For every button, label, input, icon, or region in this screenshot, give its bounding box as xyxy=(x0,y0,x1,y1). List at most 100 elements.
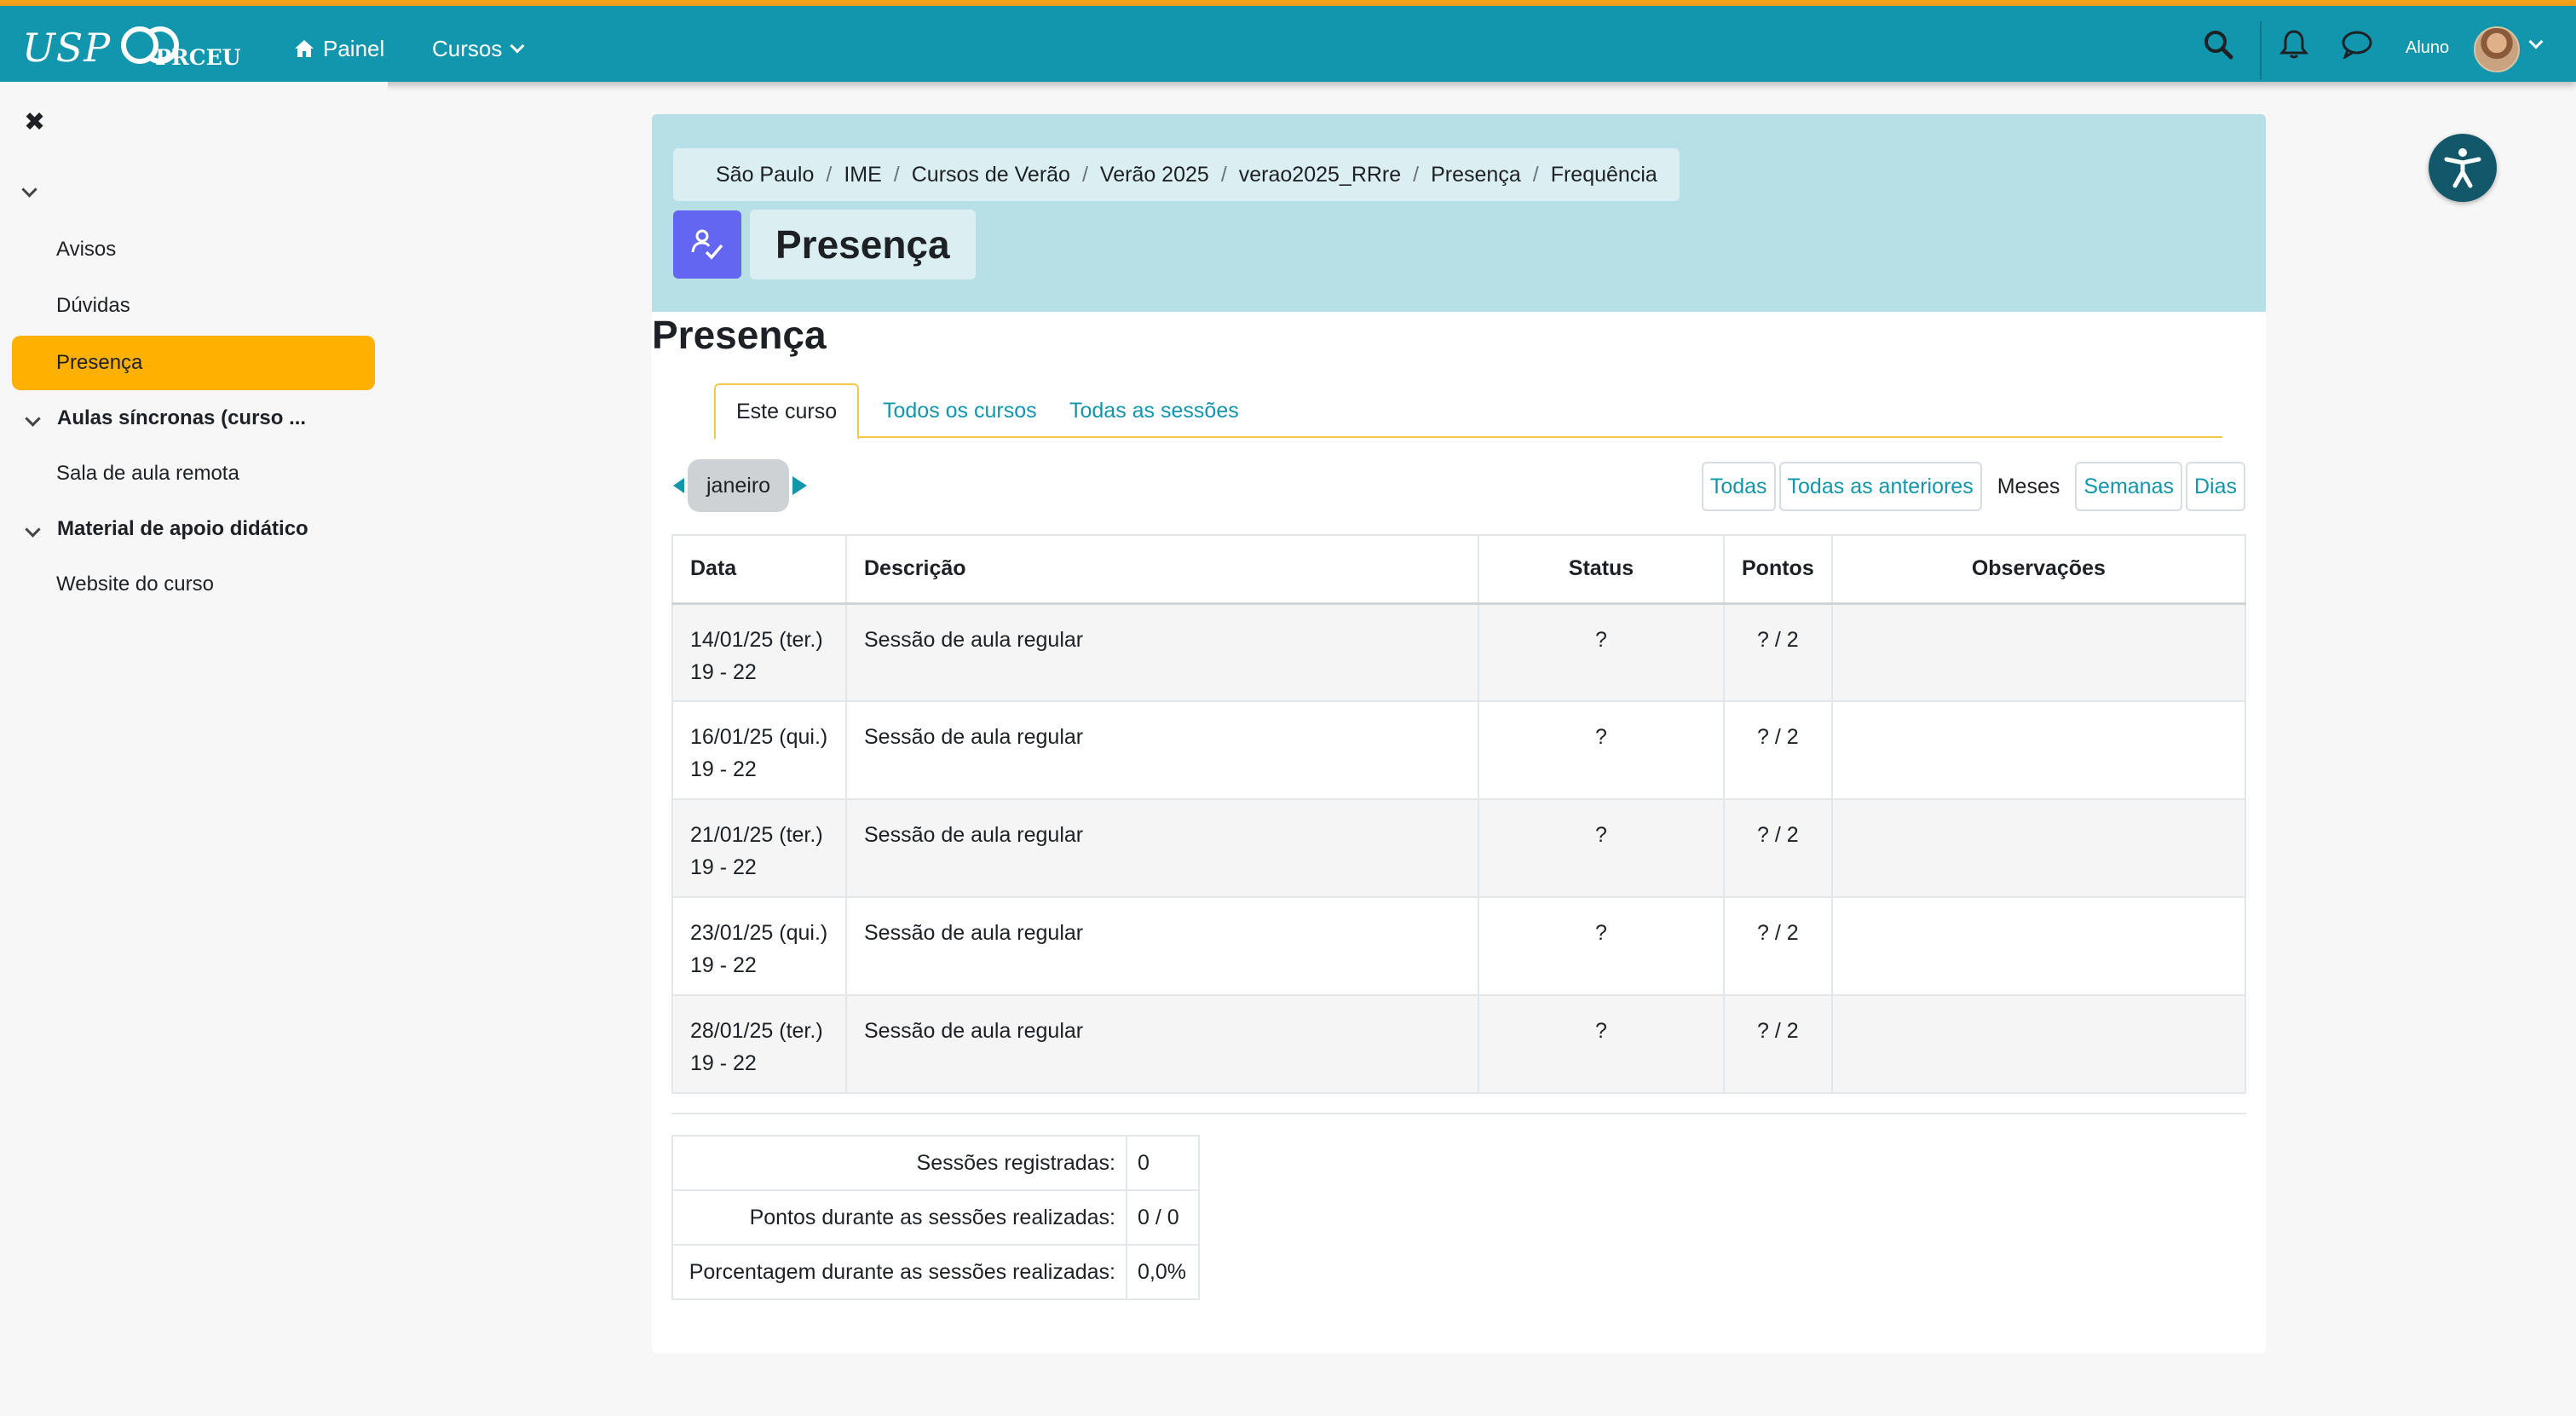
cell-observations xyxy=(1830,896,2247,996)
search-icon xyxy=(2204,30,2233,59)
search-button[interactable] xyxy=(2203,6,2233,82)
cell-observations xyxy=(1830,700,2247,800)
main-content: São Paulo / IME / Cursos de Verão / Verão 2… xyxy=(652,114,2266,1353)
section-collapse-chevron-icon[interactable] xyxy=(21,181,37,199)
cell-points: ? / 2 xyxy=(1723,896,1833,996)
tab-todas-as-sessoes[interactable]: Todas as sessões xyxy=(1069,383,1239,438)
bell-icon xyxy=(2279,29,2308,58)
page-header: São Paulo / IME / Cursos de Verão / Verão 2… xyxy=(652,114,2266,312)
table-row: 16/01/25 (qui.) 19 - 22 Sessão de aula re… xyxy=(671,700,2247,800)
sidebar-item-label: Website do curso xyxy=(56,573,214,596)
user-name[interactable]: Aluno xyxy=(2406,38,2449,58)
sidebar-item-label: Avisos xyxy=(56,238,117,261)
cell-date: 28/01/25 (ter.) 19 - 22 xyxy=(671,994,847,1094)
table-row: 28/01/25 (ter.) 19 - 22 Sessão de aula re… xyxy=(671,994,2247,1094)
home-icon xyxy=(295,40,314,57)
user-menu-chevron-icon[interactable] xyxy=(2528,34,2544,49)
cell-date: 21/01/25 (ter.) 19 - 22 xyxy=(671,798,847,898)
nav-cursos-label: Cursos xyxy=(432,35,503,61)
summary-value: 0,0% xyxy=(1126,1244,1200,1300)
breadcrumb: São Paulo / IME / Cursos de Verão / Verão 2… xyxy=(673,148,1680,201)
logo-usp-text: USP xyxy=(22,25,112,71)
month-navigator: janeiro xyxy=(673,459,808,512)
previous-month-icon[interactable] xyxy=(673,478,684,493)
cell-status: ? xyxy=(1478,994,1725,1094)
sidebar-item-avisos[interactable]: Avisos xyxy=(12,222,375,277)
cell-date: 23/01/25 (qui.) 19 - 22 xyxy=(671,896,847,996)
cell-observations xyxy=(1830,798,2247,898)
summary-value: 0 / 0 xyxy=(1126,1189,1200,1246)
breadcrumb-item[interactable]: Cursos de Verão xyxy=(912,163,1070,187)
cell-points: ? / 2 xyxy=(1723,994,1833,1094)
summary-row: Porcentagem durante as sessões realizada… xyxy=(671,1244,1200,1300)
sidebar-section-aulas-sincronas[interactable]: Aulas síncronas (curso ... xyxy=(12,391,375,446)
user-avatar[interactable] xyxy=(2474,26,2520,72)
sidebar-item-website[interactable]: Website do curso xyxy=(12,557,375,612)
sidebar-item-presenca[interactable]: Presença xyxy=(12,336,375,390)
breadcrumb-item[interactable]: IME xyxy=(844,163,881,187)
current-month[interactable]: janeiro xyxy=(688,459,790,512)
attendance-table: Data Descrição Status Pontos Observações… xyxy=(671,534,2247,1094)
table-row: 21/01/25 (ter.) 19 - 22 Sessão de aula re… xyxy=(671,798,2247,898)
chevron-down-icon xyxy=(25,521,41,538)
filter-todas-anteriores-button[interactable]: Todas as anteriores xyxy=(1778,462,1982,511)
filter-dias-button[interactable]: Dias xyxy=(2185,462,2245,511)
navbar: USP PRCEU Painel Cursos Aluno xyxy=(0,6,2576,82)
sidebar-section-material[interactable]: Material de apoio didático xyxy=(12,502,375,556)
sidebar-item-sala-remota[interactable]: Sala de aula remota xyxy=(12,446,375,501)
view-filters: Todas Todas as anteriores Meses Semanas … xyxy=(1701,462,2245,511)
chevron-down-icon xyxy=(25,410,41,427)
summary-label: Sessões registradas: xyxy=(671,1135,1127,1191)
summary-label: Pontos durante as sessões realizadas: xyxy=(671,1189,1127,1246)
tab-este-curso[interactable]: Este curso xyxy=(714,383,860,440)
breadcrumb-item[interactable]: Verão 2025 xyxy=(1100,163,1209,187)
filter-semanas-button[interactable]: Semanas xyxy=(2075,462,2182,511)
column-header-descricao: Descrição xyxy=(845,534,1479,605)
breadcrumb-item[interactable]: São Paulo xyxy=(716,163,814,187)
breadcrumb-item[interactable]: verao2025_RRre xyxy=(1239,163,1401,187)
sidebar-section-label: Material de apoio didático xyxy=(57,517,308,540)
cell-status: ? xyxy=(1478,700,1725,800)
logo-prceu: PRCEU xyxy=(121,26,241,70)
nav-cursos-dropdown[interactable]: Cursos xyxy=(432,32,525,66)
cell-description: Sessão de aula regular xyxy=(845,602,1479,702)
sidebar-item-label: Sala de aula remota xyxy=(56,462,239,485)
messages-button[interactable] xyxy=(2341,6,2373,82)
summary-value: 0 xyxy=(1126,1135,1200,1191)
navbar-accent-stripe xyxy=(0,0,2576,6)
cell-date: 16/01/25 (qui.) 19 - 22 xyxy=(671,700,847,800)
breadcrumb-item[interactable]: Frequência xyxy=(1551,163,1657,187)
cell-status: ? xyxy=(1478,896,1725,996)
accessibility-button[interactable] xyxy=(2429,134,2497,202)
filter-todas-button[interactable]: Todas xyxy=(1701,462,1776,511)
summary-label: Porcentagem durante as sessões realizada… xyxy=(671,1244,1127,1300)
sidebar-item-duvidas[interactable]: Dúvidas xyxy=(12,279,375,333)
chat-bubble-icon xyxy=(2342,31,2372,59)
column-header-observacoes: Observações xyxy=(1830,534,2247,605)
site-logo[interactable]: USP PRCEU xyxy=(22,25,241,71)
summary-divider xyxy=(671,1113,2246,1114)
next-month-icon[interactable] xyxy=(792,476,808,495)
notifications-button[interactable] xyxy=(2279,6,2308,82)
sidebar-item-label: Dúvidas xyxy=(56,294,130,317)
column-header-pontos: Pontos xyxy=(1723,534,1833,605)
cell-observations xyxy=(1830,994,2247,1094)
tab-todos-os-cursos[interactable]: Todos os cursos xyxy=(883,383,1037,438)
filter-meses-current: Meses xyxy=(1997,474,2060,498)
column-header-data: Data xyxy=(671,534,847,605)
close-drawer-icon[interactable]: ✖ xyxy=(24,107,45,137)
course-index-drawer: ✖ Avisos Dúvidas Presença Aulas síncrona… xyxy=(0,82,388,1416)
attendance-summary-table: Sessões registradas: 0 Pontos durante as… xyxy=(671,1135,1200,1300)
attendance-icon xyxy=(673,210,741,279)
page-title-box: Presença xyxy=(673,210,976,279)
cell-description: Sessão de aula regular xyxy=(845,700,1479,800)
navbar-divider xyxy=(2260,21,2262,79)
accessibility-icon xyxy=(2444,148,2481,188)
cell-date: 14/01/25 (ter.) 19 - 22 xyxy=(671,602,847,702)
cell-description: Sessão de aula regular xyxy=(845,798,1479,898)
table-row: 23/01/25 (qui.) 19 - 22 Sessão de aula re… xyxy=(671,896,2247,996)
sidebar-section-label: Aulas síncronas (curso ... xyxy=(57,406,307,429)
sidebar-item-label: Presença xyxy=(56,351,143,374)
breadcrumb-item[interactable]: Presença xyxy=(1431,163,1521,187)
nav-painel-link[interactable]: Painel xyxy=(294,32,384,66)
